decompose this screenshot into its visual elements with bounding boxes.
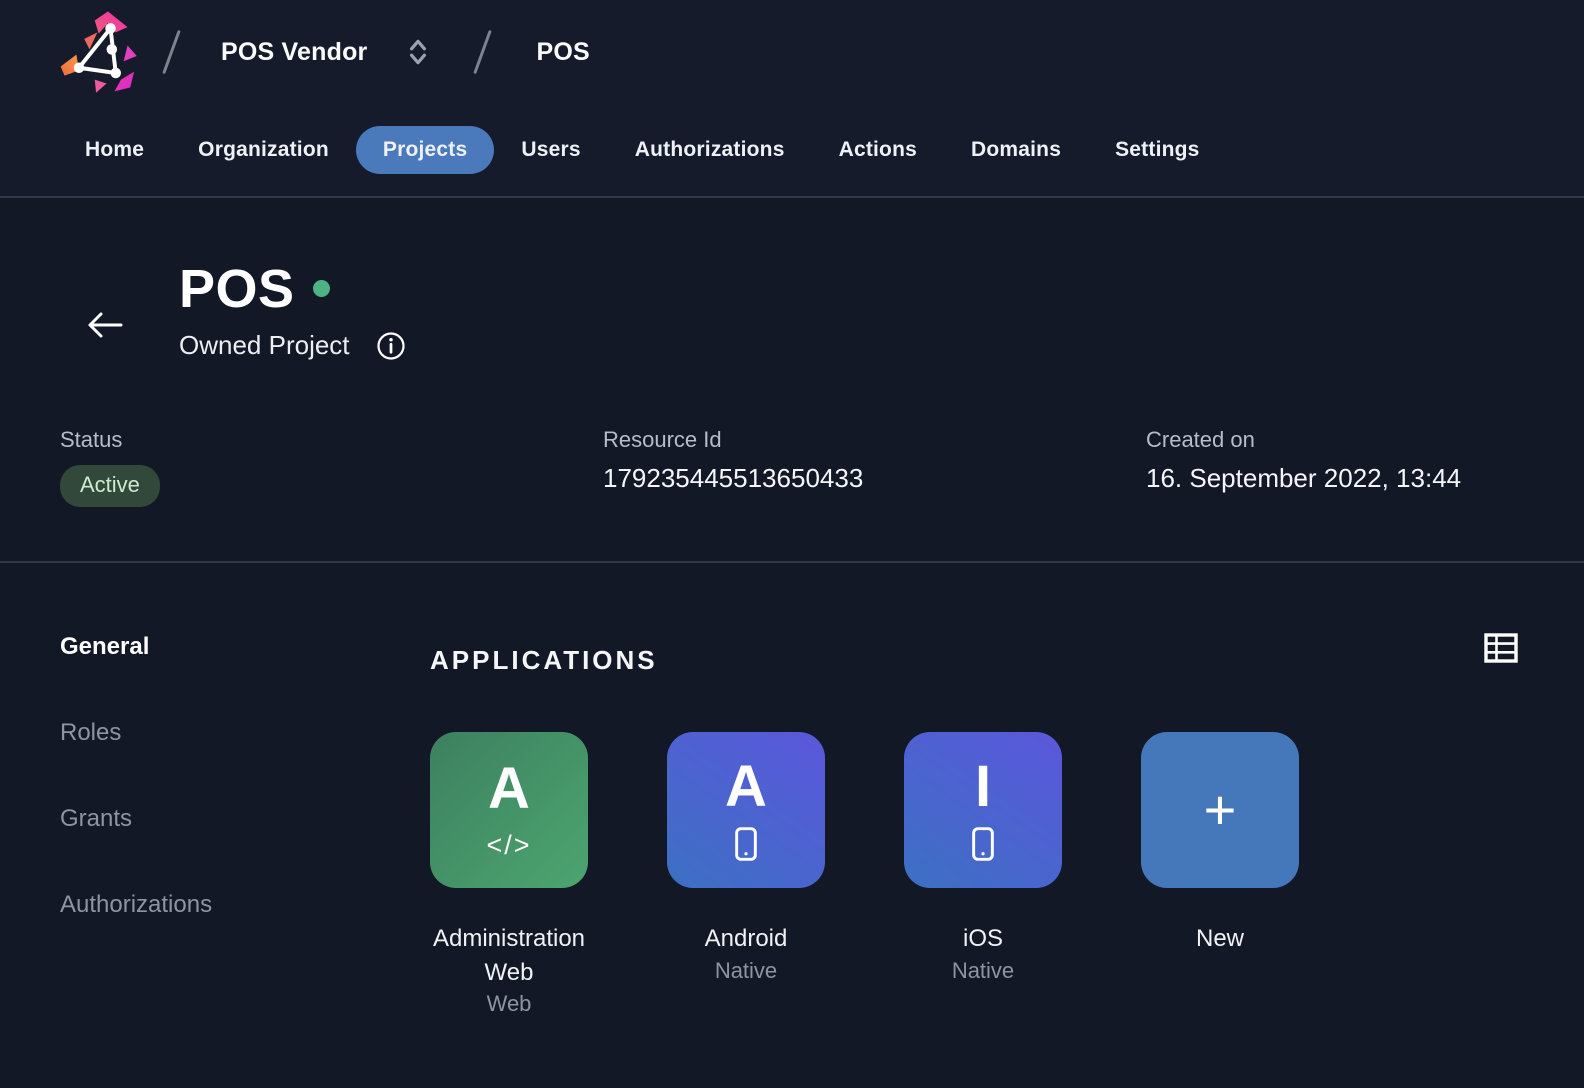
created-on-value: 16. September 2022, 13:44 <box>1146 463 1584 494</box>
smartphone-icon <box>967 826 999 862</box>
app-card-ios[interactable]: I <box>904 732 1062 888</box>
app-card-android[interactable]: A <box>667 732 825 888</box>
plus-icon: + <box>1204 782 1237 838</box>
tab-organization[interactable]: Organization <box>171 126 356 174</box>
app-item-administration-web: A </> Administration Web Web <box>430 732 588 1017</box>
top-bar: POS Vendor POS <box>0 0 1584 104</box>
app-name: iOS <box>904 922 1062 956</box>
resource-id-value: 179235445513650433 <box>603 463 1146 494</box>
code-icon: </> <box>486 830 531 861</box>
status-label: Status <box>60 427 603 453</box>
table-view-button[interactable] <box>1484 633 1518 663</box>
sidebar-item-roles[interactable]: Roles <box>60 719 121 747</box>
app-type: Native <box>904 958 1062 984</box>
project-meta: Status Active Resource Id 17923544551365… <box>0 361 1584 561</box>
project-header: POS Owned Project <box>0 198 1584 361</box>
info-icon <box>376 331 406 361</box>
sidebar-item-authorizations[interactable]: Authorizations <box>60 891 212 919</box>
sidebar-item-grants[interactable]: Grants <box>60 805 132 833</box>
created-on-label: Created on <box>1146 427 1584 453</box>
tab-projects[interactable]: Projects <box>356 126 494 174</box>
status-column: Status Active <box>60 427 603 507</box>
back-button[interactable] <box>85 308 125 342</box>
app-initial: A <box>488 760 530 818</box>
tab-settings[interactable]: Settings <box>1088 126 1226 174</box>
arrow-back-icon <box>85 308 125 342</box>
breadcrumb-project[interactable]: POS <box>536 38 589 67</box>
app-item-android: A Android Native <box>667 732 825 1017</box>
app-item-ios: I iOS Native <box>904 732 1062 1017</box>
tab-home[interactable]: Home <box>58 126 171 174</box>
breadcrumb-separator <box>162 30 181 74</box>
app-item-new: + New <box>1141 732 1299 1017</box>
app-initial: A <box>725 758 767 816</box>
applications-section: APPLICATIONS A </> Administration Web We… <box>430 633 1518 1017</box>
unfold-more-icon <box>405 37 431 67</box>
applications-heading: APPLICATIONS <box>430 645 658 676</box>
tab-domains[interactable]: Domains <box>944 126 1088 174</box>
tab-users[interactable]: Users <box>494 126 607 174</box>
org-switcher-button[interactable] <box>405 37 431 67</box>
project-type-label: Owned Project <box>179 330 350 361</box>
tab-authorizations[interactable]: Authorizations <box>608 126 812 174</box>
app-name: Administration Web <box>430 922 588 989</box>
app-type: Native <box>667 958 825 984</box>
breadcrumb: POS Vendor POS <box>221 29 590 75</box>
main-nav: Home Organization Projects Users Authori… <box>0 104 1584 198</box>
resource-id-column: Resource Id 179235445513650433 <box>603 427 1146 507</box>
page-title: POS <box>179 262 295 316</box>
sidebar-item-general[interactable]: General <box>60 633 149 661</box>
breadcrumb-separator <box>474 30 493 74</box>
table-view-icon <box>1484 633 1518 663</box>
breadcrumb-org[interactable]: POS Vendor <box>221 38 367 67</box>
app-initial: I <box>975 758 991 816</box>
smartphone-icon <box>730 826 762 862</box>
project-side-nav: General Roles Grants Authorizations <box>60 633 430 1017</box>
app-name: New <box>1141 922 1299 956</box>
tab-actions[interactable]: Actions <box>812 126 944 174</box>
info-button[interactable] <box>376 331 406 361</box>
zitadel-logo-icon[interactable] <box>58 10 142 94</box>
project-detail-content: General Roles Grants Authorizations APPL… <box>0 563 1584 1017</box>
app-card-administration-web[interactable]: A </> <box>430 732 588 888</box>
status-badge: Active <box>60 465 160 507</box>
app-type: Web <box>430 991 588 1017</box>
resource-id-label: Resource Id <box>603 427 1146 453</box>
application-cards: A </> Administration Web Web A <box>430 732 1518 1017</box>
app-name: Android <box>667 922 825 956</box>
active-state-dot <box>313 280 330 297</box>
new-application-card[interactable]: + <box>1141 732 1299 888</box>
created-on-column: Created on 16. September 2022, 13:44 <box>1146 427 1584 507</box>
